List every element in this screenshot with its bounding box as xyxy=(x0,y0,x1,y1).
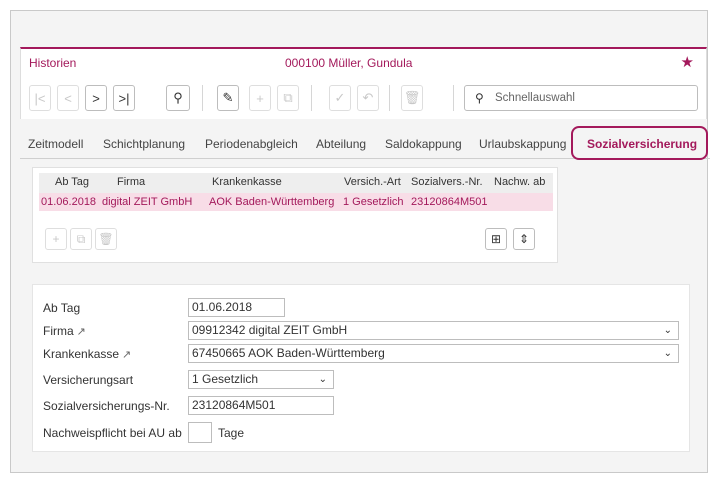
record-name: 000100 Müller, Gundula xyxy=(285,56,413,70)
panel-title: Historien xyxy=(29,56,77,70)
tage-unit-label: Tage xyxy=(218,426,245,440)
panel-header: Historien 000100 Müller, Gundula ★ xyxy=(21,49,706,77)
column-header[interactable]: Krankenkasse xyxy=(212,176,282,188)
chevron-down-icon: ⌄ xyxy=(663,348,672,359)
column-header[interactable]: Nachw. ab xyxy=(494,176,545,188)
toolbar-separator xyxy=(389,85,390,111)
nachweispflicht-field[interactable] xyxy=(188,422,212,443)
quick-search-placeholder: Schnellauswahl xyxy=(495,92,575,104)
table-cell: AOK Baden-Württemberg xyxy=(209,196,335,208)
table-cell: 23120864M501 xyxy=(411,196,488,208)
first-record-button[interactable]: |< xyxy=(29,85,51,111)
toolbar-separator xyxy=(453,85,454,111)
undo-button[interactable]: ↶ xyxy=(357,85,379,111)
external-link-icon[interactable]: ↗ xyxy=(77,326,86,338)
versicherungsart-label: Versicherungsart xyxy=(43,373,134,387)
versicherungsart-select[interactable]: 1 Gesetzlich ⌄ xyxy=(188,370,334,389)
history-panel: Historien 000100 Müller, Gundula ★ |< < … xyxy=(20,47,707,119)
versicherungsart-value: 1 Gesetzlich xyxy=(192,372,259,386)
table-cell: 1 Gesetzlich xyxy=(343,196,404,208)
tab-zeitmodell[interactable]: Zeitmodell xyxy=(28,137,83,151)
confirm-button[interactable]: ✓ xyxy=(329,85,351,111)
chevron-down-icon: ⌄ xyxy=(663,325,672,336)
column-header[interactable]: Sozialvers.-Nr. xyxy=(411,176,483,188)
table-cell: 01.06.2018 xyxy=(41,196,97,208)
grid-delete-button[interactable]: 🗑 xyxy=(95,228,117,250)
star-add-icon[interactable]: ★ xyxy=(681,53,694,71)
grid-layout-button[interactable]: ⊞ xyxy=(485,228,507,250)
grid-copy-button[interactable]: ⧉ xyxy=(70,228,92,250)
firma-select[interactable]: 09912342 digital ZEIT GmbH ⌄ xyxy=(188,321,679,340)
svnr-field[interactable]: 23120864M501 xyxy=(188,396,334,415)
tab-periodenabgleich[interactable]: Periodenabgleich xyxy=(205,137,298,151)
toolbar-separator xyxy=(202,85,203,111)
grid-header: Ab Tag Firma Krankenkasse Versich.-Art S… xyxy=(39,173,553,193)
tab-abteilung[interactable]: Abteilung xyxy=(316,137,366,151)
active-tab-highlight xyxy=(571,126,708,160)
chevron-down-icon: ⌄ xyxy=(318,374,327,385)
previous-record-button[interactable]: < xyxy=(57,85,79,111)
table-row[interactable]: 01.06.2018 digital ZEIT GmbH AOK Baden-W… xyxy=(39,193,553,211)
grid-add-button[interactable]: + xyxy=(45,228,67,250)
external-link-icon[interactable]: ↗ xyxy=(122,349,131,361)
firma-label-text: Firma xyxy=(43,324,74,338)
nachweispflicht-label: Nachweispflicht bei AU ab xyxy=(43,426,182,440)
ab-tag-field[interactable]: 01.06.2018 xyxy=(188,298,285,317)
tab-saldokappung[interactable]: Saldokappung xyxy=(385,137,462,151)
krankenkasse-label: Krankenkasse ↗ xyxy=(43,347,131,361)
add-button[interactable]: + xyxy=(249,85,271,111)
history-grid: Ab Tag Firma Krankenkasse Versich.-Art S… xyxy=(32,167,558,263)
column-header[interactable]: Versich.-Art xyxy=(344,176,401,188)
next-record-button[interactable]: > xyxy=(85,85,107,111)
tab-schichtplanung[interactable]: Schichtplanung xyxy=(103,137,185,151)
column-header[interactable]: Ab Tag xyxy=(55,176,89,188)
delete-button[interactable]: 🗑 xyxy=(401,85,423,111)
quick-search-input[interactable]: ⚲ Schnellauswahl xyxy=(464,85,698,111)
krankenkasse-label-text: Krankenkasse xyxy=(43,347,120,361)
column-header[interactable]: Firma xyxy=(117,176,145,188)
krankenkasse-select[interactable]: 67450665 AOK Baden-Württemberg ⌄ xyxy=(188,344,679,363)
search-icon: ⚲ xyxy=(173,90,183,105)
toolbar-separator xyxy=(311,85,312,111)
search-icon: ⚲ xyxy=(475,91,484,105)
tab-urlaubskappung[interactable]: Urlaubskappung xyxy=(479,137,566,151)
search-button[interactable]: ⚲ xyxy=(166,85,190,111)
firma-value: 09912342 digital ZEIT GmbH xyxy=(192,323,348,337)
grid-sort-button[interactable]: ⇕ xyxy=(513,228,535,250)
krankenkasse-value: 67450665 AOK Baden-Württemberg xyxy=(192,346,385,360)
table-cell: digital ZEIT GmbH xyxy=(102,196,193,208)
svnr-label: Sozialversicherungs-Nr. xyxy=(43,399,170,413)
edit-button[interactable]: ✎ xyxy=(217,85,239,111)
firma-label: Firma ↗ xyxy=(43,324,86,338)
detail-form: Ab Tag 01.06.2018 Firma ↗ 09912342 digita… xyxy=(32,284,690,452)
ab-tag-label: Ab Tag xyxy=(43,301,81,315)
copy-button[interactable]: ⧉ xyxy=(277,85,299,111)
last-record-button[interactable]: >| xyxy=(113,85,135,111)
